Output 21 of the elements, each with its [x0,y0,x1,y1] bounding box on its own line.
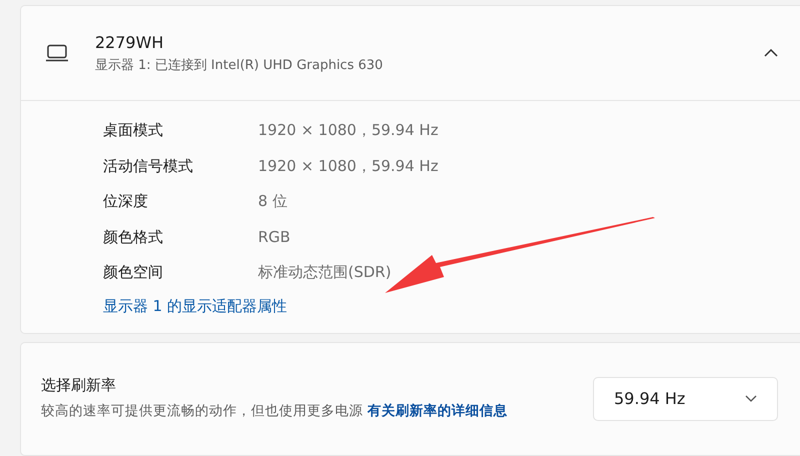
property-label: 颜色格式 [103,228,164,247]
property-label: 活动信号模式 [103,156,194,176]
refresh-rate-dropdown[interactable]: 59.94 Hz [593,376,778,420]
property-label: 桌面模式 [103,121,164,140]
chevron-icon[interactable] [764,49,778,57]
property-value: 1920 × 1080，59.94 Hz [258,121,438,140]
property-label: 位深度 [103,192,149,212]
display-name: 2279WH [95,32,165,52]
property-value: RGB [258,228,290,246]
display-header[interactable]: 2279WH 显示器 1: 已连接到 Intel(R) UHD Graphics 630 [21,6,800,101]
refresh-rate-description: 较高的速率可提供更流畅的动作，但也使用更多电源 有关刷新率的详细信息 [41,402,508,420]
property-value: 标准动态范围(SDR) [258,263,392,282]
adapter-properties-link[interactable]: 显示器 1 的显示适配器属性 [103,290,288,322]
property-value: 8 位 [258,192,288,212]
property-value: 1920 × 1080，59.94 Hz [258,156,438,176]
display-subtitle: 显示器 1: 已连接到 Intel(R) UHD Graphics 630 [95,56,384,74]
refresh-rate-info-link[interactable]: 有关刷新率的详细信息 [367,402,508,418]
laptop-icon [45,44,69,62]
chevron-down-icon [745,395,757,402]
refresh-rate-title: 选择刷新率 [41,376,117,394]
property-label: 颜色空间 [103,263,164,282]
